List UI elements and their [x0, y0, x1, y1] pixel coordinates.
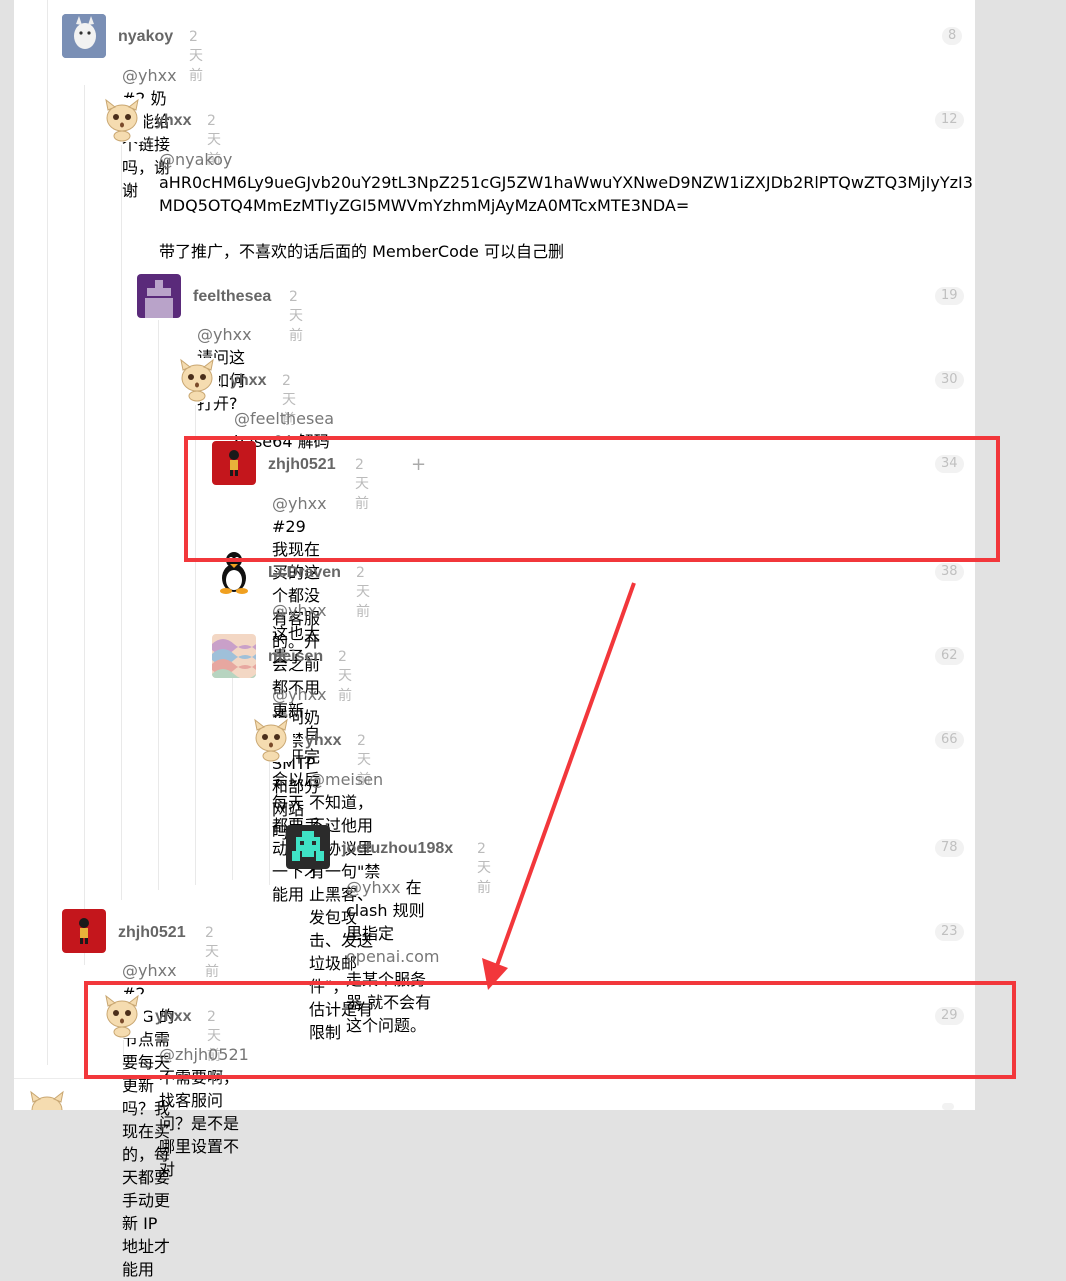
annotation-arrow	[482, 582, 636, 990]
